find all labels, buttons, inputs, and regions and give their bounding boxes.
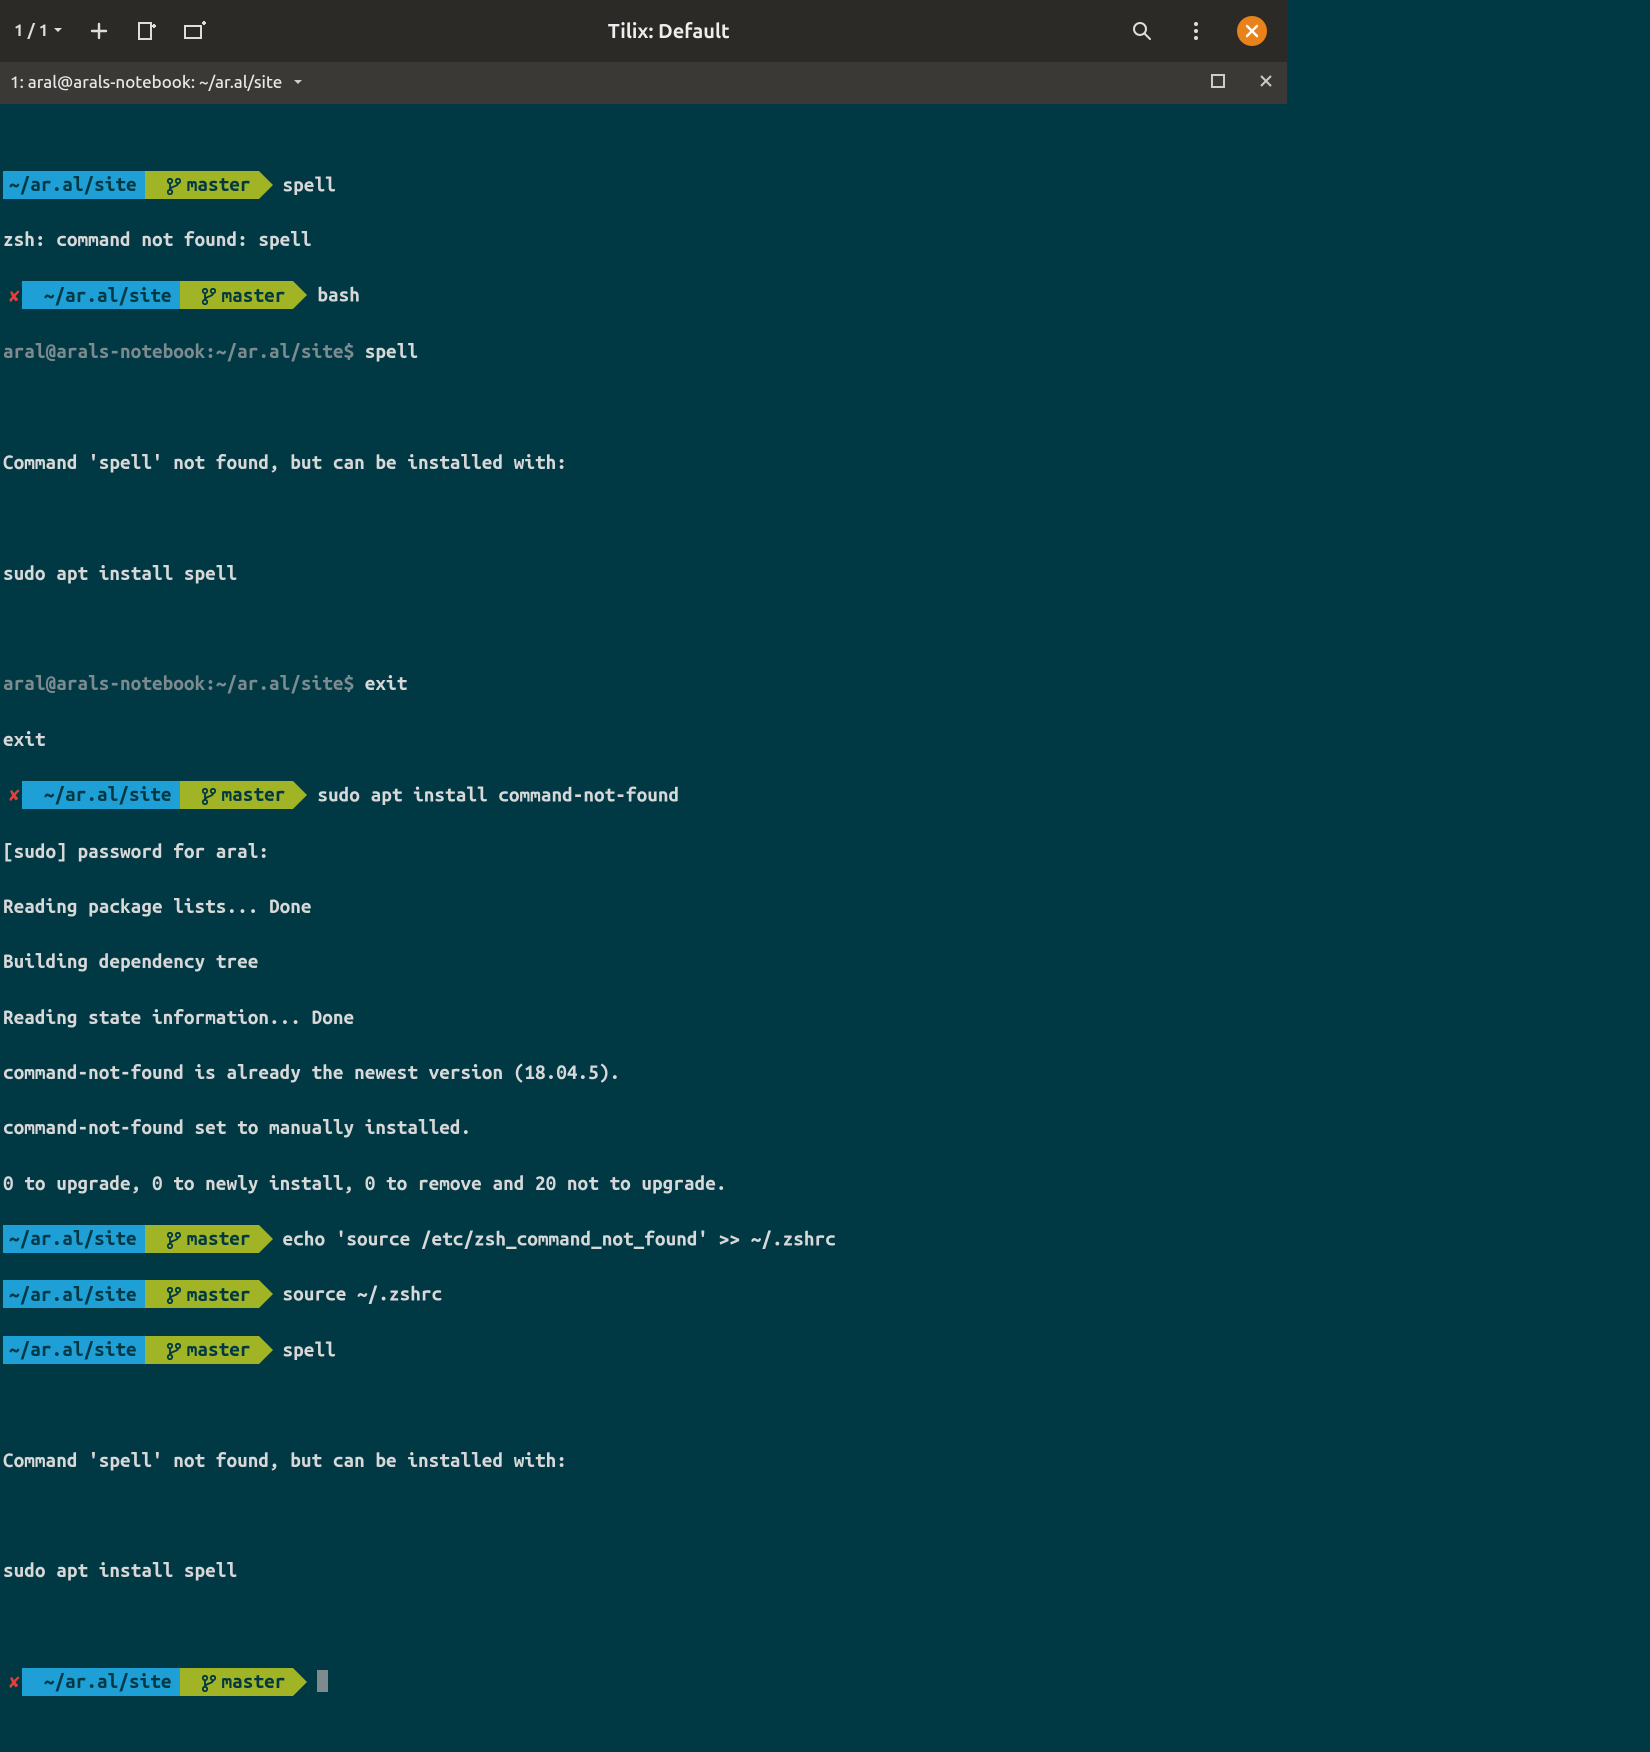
cwd: ~/ar.al/site: [9, 1225, 137, 1252]
git-branch: master: [187, 1225, 251, 1252]
command: spell: [283, 1338, 336, 1360]
git-branch: master: [187, 1281, 251, 1308]
output-line: command-not-found set to manually instal…: [3, 1114, 1284, 1142]
prompt-line: ~/ar.al/site master spell: [3, 1336, 1284, 1364]
bash-user: aral@arals-notebook: [3, 340, 205, 362]
output-line: exit: [3, 726, 1284, 754]
output-line: Reading state information... Done: [3, 1004, 1284, 1032]
chevron-down-icon: [52, 19, 64, 43]
output-line: 0 to upgrade, 0 to newly install, 0 to r…: [3, 1170, 1284, 1198]
search-button[interactable]: [1129, 18, 1155, 44]
error-mark-icon: ✘: [9, 783, 20, 809]
prompt-line: ✘ ~/ar.al/site master sudo apt install comm…: [3, 781, 1284, 810]
terminal-viewport[interactable]: ~/ar.al/site master spell zsh: command not…: [0, 104, 1287, 1752]
chevron-down-icon: [292, 73, 304, 93]
bash-cwd: ~/ar.al/site: [216, 340, 344, 362]
git-branch-icon: [202, 1668, 216, 1695]
cwd: ~/ar.al/site: [9, 1281, 137, 1308]
cwd: ~/ar.al/site: [9, 1336, 137, 1363]
terminal-tab[interactable]: 1: aral@arals-notebook: ~/ar.al/site: [10, 71, 304, 95]
cwd: ~/ar.al/site: [44, 282, 172, 309]
command: exit: [365, 672, 408, 694]
terminal-tab-title: 1: aral@arals-notebook: ~/ar.al/site: [10, 71, 282, 95]
cwd: ~/ar.al/site: [9, 171, 137, 198]
error-mark-icon: ✘: [9, 1670, 20, 1696]
output-line: Command 'spell' not found, but can be in…: [3, 1447, 1284, 1475]
output-line: command-not-found is already the newest …: [3, 1059, 1284, 1087]
git-branch: master: [222, 1668, 286, 1695]
output-line: Building dependency tree: [3, 948, 1284, 976]
close-terminal-button[interactable]: [1259, 71, 1273, 95]
prompt-line: ~/ar.al/site master echo 'source /etc/zsh_…: [3, 1225, 1284, 1253]
prompt-line: ~/ar.al/site master spell: [3, 171, 1284, 199]
command: source ~/.zshrc: [283, 1283, 443, 1305]
error-mark-icon: ✘: [9, 284, 20, 310]
cwd: ~/ar.al/site: [44, 1668, 172, 1695]
window-title: Tilix: Default: [222, 17, 1115, 46]
command: sudo apt install command-not-found: [317, 783, 679, 805]
output-line: Reading package lists... Done: [3, 893, 1284, 921]
git-branch: master: [187, 171, 251, 198]
git-branch: master: [222, 282, 286, 309]
terminal-tabbar: 1: aral@arals-notebook: ~/ar.al/site: [0, 62, 1287, 104]
output-line: Command 'spell' not found, but can be in…: [3, 449, 1284, 477]
bash-user: aral@arals-notebook: [3, 672, 205, 694]
session-counter[interactable]: 1 / 1: [14, 19, 64, 43]
command: echo 'source /etc/zsh_command_not_found'…: [283, 1227, 836, 1249]
output-line: zsh: command not found: spell: [3, 226, 1284, 254]
git-branch-icon: [167, 1281, 181, 1308]
cwd: ~/ar.al/site: [44, 781, 172, 808]
output-line: sudo apt install spell: [3, 1557, 1284, 1585]
git-branch: master: [222, 781, 286, 808]
git-branch-icon: [202, 781, 216, 808]
maximize-terminal-button[interactable]: [1211, 71, 1225, 95]
cursor: [317, 1670, 328, 1692]
bash-prompt-line: aral@arals-notebook:~/ar.al/site$ spell: [3, 338, 1284, 366]
output-line: [sudo] password for aral:: [3, 838, 1284, 866]
command: spell: [365, 340, 418, 362]
app-header: 1 / 1 Tilix: Default: [0, 0, 1287, 62]
close-window-button[interactable]: [1237, 16, 1267, 46]
bash-cwd: ~/ar.al/site: [216, 672, 344, 694]
new-session-button[interactable]: [86, 18, 112, 44]
prompt-line: ✘ ~/ar.al/site master bash: [3, 281, 1284, 310]
bash-prompt-line: aral@arals-notebook:~/ar.al/site$ exit: [3, 670, 1284, 698]
command: bash: [317, 284, 360, 306]
git-branch-icon: [202, 282, 216, 309]
git-branch-icon: [167, 171, 181, 198]
prompt-line: ✘ ~/ar.al/site master: [3, 1668, 1284, 1697]
menu-button[interactable]: [1183, 18, 1209, 44]
prompt-line: ~/ar.al/site master source ~/.zshrc: [3, 1280, 1284, 1308]
session-label: 1 / 1: [14, 19, 48, 43]
git-branch-icon: [167, 1225, 181, 1252]
add-terminal-down-button[interactable]: [134, 18, 160, 44]
output-line: sudo apt install spell: [3, 560, 1284, 588]
git-branch-icon: [167, 1336, 181, 1363]
command: spell: [283, 173, 336, 195]
git-branch: master: [187, 1336, 251, 1363]
add-terminal-right-button[interactable]: [182, 18, 208, 44]
